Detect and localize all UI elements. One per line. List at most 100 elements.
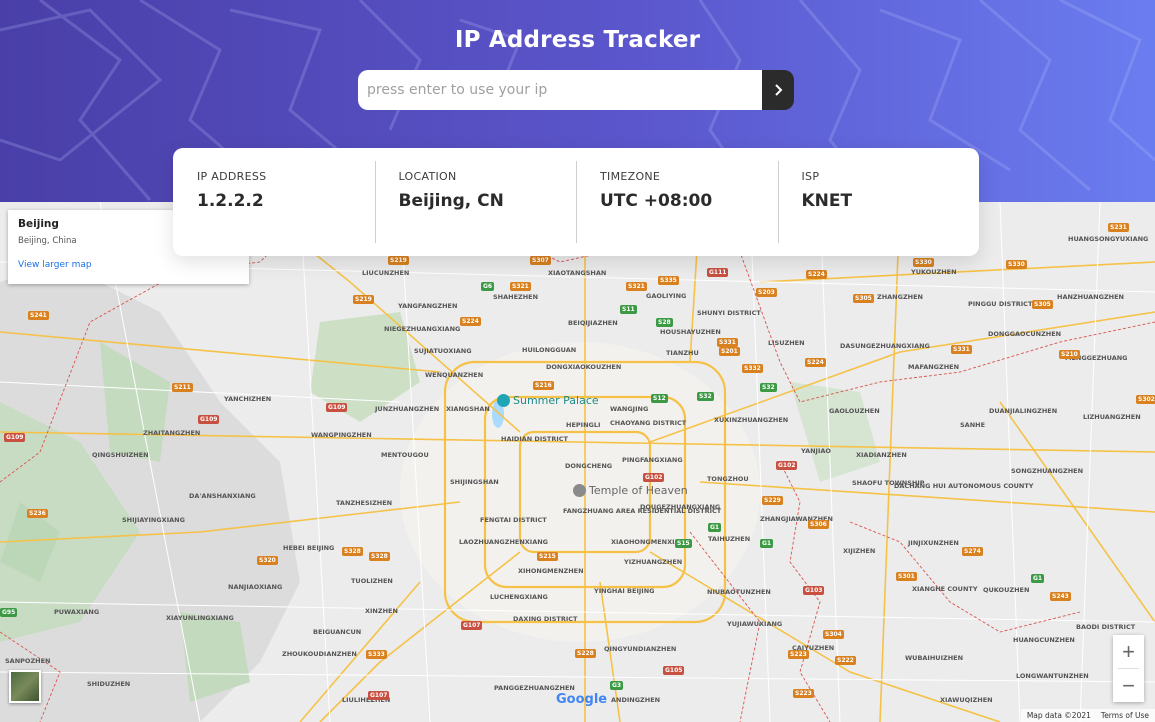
- zoom-controls: + −: [1113, 635, 1144, 702]
- map-place-label: SHIJIAYINGXIANG: [122, 516, 185, 524]
- poi-summer-palace[interactable]: Summer Palace: [497, 394, 599, 407]
- road-shield: S330: [913, 258, 934, 267]
- road-shield: G6: [481, 282, 495, 291]
- camera-pin-icon: [497, 394, 510, 407]
- road-shield: S224: [460, 317, 481, 326]
- google-logo-text: Google: [556, 692, 608, 707]
- road-shield: G109: [4, 433, 26, 442]
- map-place-label: DACHANG HUI AUTONOMOUS COUNTY: [894, 482, 1034, 490]
- road-shield: S32: [760, 383, 777, 392]
- map-place-label: TAIHUZHEN: [708, 535, 751, 543]
- map-place-label: WUBAIHUIZHEN: [905, 654, 964, 662]
- map-place-label: LAOZHUANGZHENXIANG: [459, 538, 549, 546]
- map-place-label: PANGGEZHUANGZHEN: [494, 684, 575, 692]
- road-shield: S243: [1050, 592, 1071, 601]
- road-shield: S305: [1032, 300, 1053, 309]
- road-shield: S333: [366, 650, 387, 659]
- map-place-label: XIAWUQIZHEN: [940, 696, 993, 704]
- road-shield: G3: [610, 681, 624, 690]
- road-shield: S305: [853, 294, 874, 303]
- view-larger-map-link[interactable]: View larger map: [18, 260, 239, 270]
- map-place-label: SANHE: [960, 421, 986, 429]
- map-place-label: SHAHEZHEN: [493, 293, 539, 301]
- road-shield: S210: [1059, 350, 1080, 359]
- map-place-label: DOUGEZHUANGXIANG: [640, 503, 721, 511]
- map-place-label: XIHONGMENZHEN: [518, 567, 584, 575]
- road-shield: S331: [951, 345, 972, 354]
- map-place-label: DONGCHENG: [565, 462, 613, 470]
- map-place-label: TUOLIZHEN: [351, 577, 393, 585]
- road-shield: S304: [823, 630, 844, 639]
- map-place-label: XUXINZHUANGZHEN: [714, 416, 789, 424]
- map-place-label: YANJIAO: [801, 447, 831, 455]
- map-place-label: HANZHUANGZHEN: [1057, 293, 1124, 301]
- road-shield: S321: [510, 282, 531, 291]
- road-shield: S32: [697, 392, 714, 401]
- map-place-label: QUKOUZHEN: [983, 586, 1030, 594]
- map-place-label: HUANGCUNZHEN: [1013, 636, 1075, 644]
- map-place-label: MENTOUGOU: [381, 451, 429, 459]
- map-place-label: LISUZHEN: [768, 339, 805, 347]
- road-shield: S335: [658, 276, 679, 285]
- map-place-label: YANCHIZHEN: [224, 395, 272, 403]
- poi-temple-of-heaven[interactable]: Temple of Heaven: [573, 484, 688, 497]
- map-place-label: XINZHEN: [365, 607, 398, 615]
- road-shield: S203: [756, 288, 777, 297]
- chevron-right-icon: [775, 84, 783, 96]
- map-place-label: ANDINGZHEN: [611, 696, 661, 704]
- map-place-label: YANGFANGZHEN: [398, 302, 458, 310]
- map-place-label: NANJIAOXIANG: [228, 583, 283, 591]
- road-shield: S320: [257, 556, 278, 565]
- road-shield: G107: [461, 621, 483, 630]
- map-place-label: QINGYUNDIANZHEN: [604, 645, 677, 653]
- map-place-label: QINGSHUIZHEN: [92, 451, 149, 459]
- map-place-label: SHUNYI DISTRICT: [697, 309, 761, 317]
- map-place-label: BEIQIJIAZHEN: [568, 319, 618, 327]
- map-place-label: XIADIANZHEN: [856, 451, 907, 459]
- map-place-label: ZHANGZHEN: [877, 293, 923, 301]
- google-logo: Google: [556, 692, 607, 707]
- map-place-label: YIZHUANGZHEN: [624, 558, 683, 566]
- map-place-label: FENGTAI DISTRICT: [480, 516, 547, 524]
- map-place-label: LIUCUNZHEN: [362, 269, 410, 277]
- road-shield: S332: [742, 364, 763, 373]
- road-shield: S12: [651, 394, 668, 403]
- map-place-label: GAOLIYING: [646, 292, 687, 300]
- satellite-toggle[interactable]: [9, 670, 41, 703]
- map-place-label: TONGZHOU: [707, 475, 749, 483]
- map-place-label: MAFANGZHEN: [908, 363, 960, 371]
- poi-label: Summer Palace: [513, 394, 599, 407]
- map-place-label: DAXING DISTRICT: [513, 615, 578, 623]
- info-value: Beijing, CN: [398, 191, 504, 211]
- search-bar: [358, 70, 794, 110]
- ip-info-card: IP ADDRESS 1.2.2.2 LOCATION Beijing, CN …: [173, 148, 979, 256]
- map-place-label: NIEGEZHUANGXIANG: [384, 325, 461, 333]
- road-shield: S328: [342, 547, 363, 556]
- road-shield: S223: [793, 689, 814, 698]
- map-place-label: LUCHENGXIANG: [490, 593, 548, 601]
- map-place-label: SHIDUZHEN: [87, 680, 131, 688]
- map-place-label: BAODI DISTRICT: [1076, 623, 1136, 631]
- road-shield: S211: [172, 383, 193, 392]
- map-place-label: WENQUANZHEN: [425, 371, 484, 379]
- road-shield: S201: [719, 347, 740, 356]
- search-button[interactable]: [762, 70, 794, 110]
- map-place-label: HUILONGGUAN: [522, 346, 577, 354]
- map-place-label: HEPINGLI: [566, 421, 601, 429]
- map-place-label: JINJIXUNZHEN: [908, 539, 959, 547]
- map-place-label: PUWAXIANG: [54, 608, 100, 616]
- road-shield: G102: [776, 461, 798, 470]
- map-place-label: PINGGU DISTRICT: [968, 300, 1033, 308]
- zoom-out-button[interactable]: −: [1113, 669, 1144, 702]
- terms-link[interactable]: Terms of Use: [1101, 711, 1149, 720]
- zoom-in-button[interactable]: +: [1113, 635, 1144, 668]
- map-place-label: SHIJINGSHAN: [450, 478, 499, 486]
- road-shield: S330: [1006, 260, 1027, 269]
- temple-pin-icon: [573, 484, 586, 497]
- search-input[interactable]: [358, 70, 762, 110]
- road-shield: S215: [537, 552, 558, 561]
- map-place-label: TIANZHU: [666, 349, 699, 357]
- road-shield: S229: [762, 496, 783, 505]
- map-place-label: XIAYUNLINGXIANG: [166, 614, 234, 622]
- road-shield: S302: [1136, 395, 1155, 404]
